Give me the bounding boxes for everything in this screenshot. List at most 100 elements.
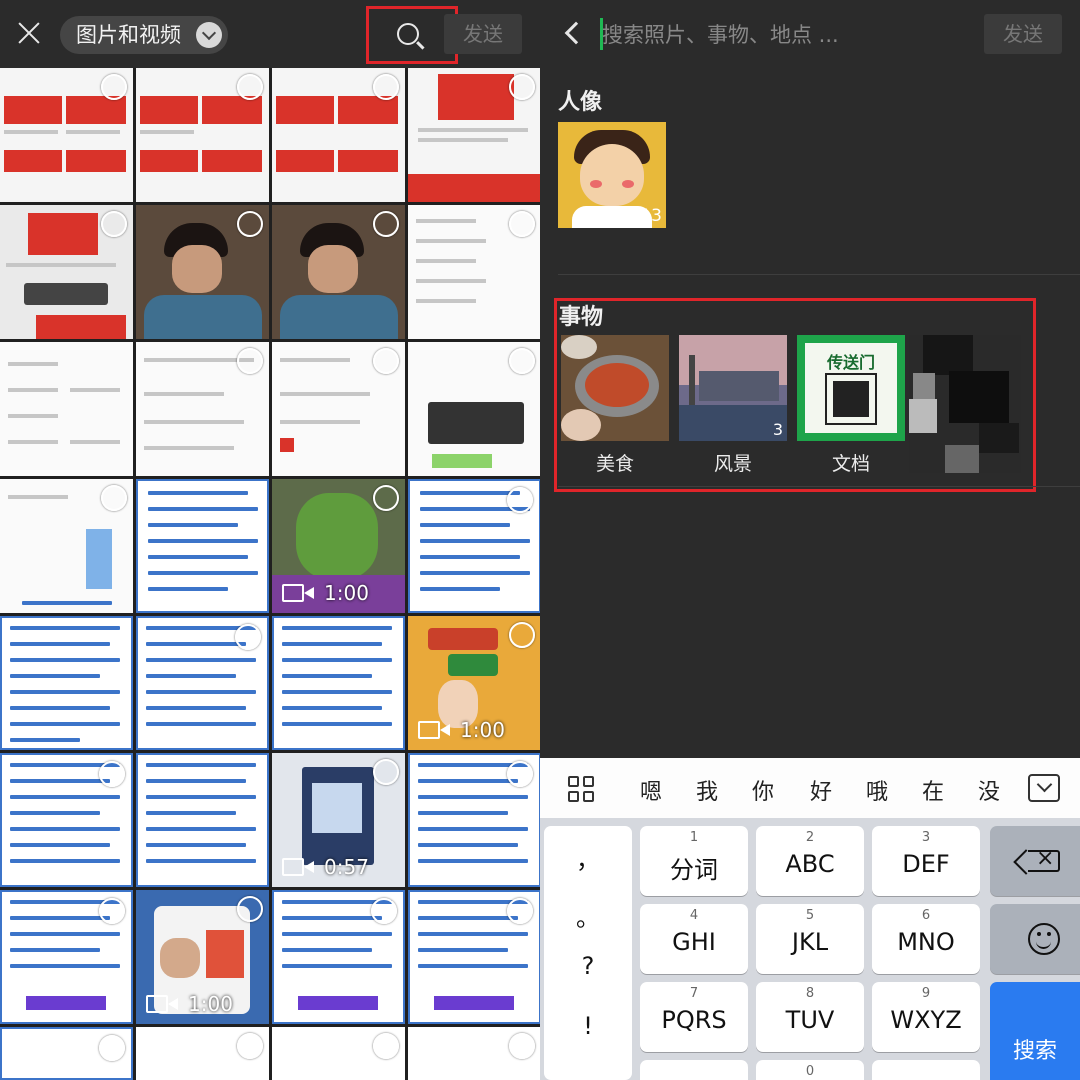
select-circle[interactable] — [509, 348, 535, 374]
candidate-word[interactable]: 嗯 — [640, 774, 662, 806]
media-thumbnail[interactable] — [408, 479, 540, 613]
select-circle[interactable] — [507, 761, 533, 787]
select-circle[interactable] — [509, 74, 535, 100]
key-1[interactable]: 1 分词 — [640, 826, 748, 896]
select-circle[interactable] — [237, 1033, 263, 1059]
media-thumbnail[interactable]: 1:00 — [272, 479, 405, 613]
select-circle[interactable] — [101, 211, 127, 237]
media-thumbnail[interactable] — [408, 68, 540, 202]
media-thumbnail[interactable] — [408, 890, 540, 1024]
key-3[interactable]: 3 DEF — [872, 826, 980, 896]
select-circle[interactable] — [373, 74, 399, 100]
select-circle[interactable] — [509, 211, 535, 237]
back-arrow-icon[interactable] — [564, 21, 588, 45]
thing-food-thumbnail[interactable] — [561, 335, 669, 441]
thing-blurred-thumbnail[interactable] — [909, 335, 1021, 473]
media-thumbnail[interactable] — [272, 616, 405, 750]
media-thumbnail[interactable] — [136, 616, 269, 750]
media-thumbnail[interactable] — [0, 753, 133, 887]
video-duration: 1:00 — [324, 581, 369, 605]
media-thumbnail[interactable] — [0, 890, 133, 1024]
key-language[interactable] — [872, 1060, 980, 1080]
select-circle[interactable] — [373, 485, 399, 511]
select-circle[interactable] — [509, 622, 535, 648]
search-key[interactable]: 搜索 — [990, 982, 1080, 1080]
send-button[interactable]: 发送 — [984, 14, 1062, 54]
select-circle[interactable] — [235, 624, 261, 650]
media-thumbnail[interactable] — [136, 1027, 269, 1080]
punctuation-key[interactable]: ， — [544, 840, 632, 875]
media-thumbnail[interactable] — [272, 890, 405, 1024]
select-circle[interactable] — [509, 1033, 535, 1059]
select-circle[interactable] — [371, 898, 397, 924]
candidate-word[interactable]: 你 — [752, 774, 774, 806]
select-circle[interactable] — [507, 898, 533, 924]
key-2[interactable]: 2 ABC — [756, 826, 864, 896]
candidate-word[interactable]: 在 — [922, 774, 944, 806]
media-thumbnail[interactable] — [0, 479, 133, 613]
media-thumbnail[interactable] — [136, 205, 269, 339]
media-thumbnail[interactable] — [0, 616, 133, 750]
collapse-keyboard-icon[interactable] — [1028, 774, 1060, 802]
media-thumbnail[interactable] — [0, 205, 133, 339]
thing-scenery-thumbnail[interactable]: 3 — [679, 335, 787, 441]
select-circle[interactable] — [373, 1033, 399, 1059]
media-thumbnail[interactable] — [408, 205, 540, 339]
emoji-key[interactable] — [990, 904, 1080, 974]
key-8[interactable]: 8 TUV — [756, 982, 864, 1052]
key-0[interactable]: 0 — [756, 1060, 864, 1080]
key-7[interactable]: 7 PQRS — [640, 982, 748, 1052]
select-circle[interactable] — [237, 348, 263, 374]
media-thumbnail[interactable] — [136, 479, 269, 613]
select-circle[interactable] — [237, 211, 263, 237]
media-thumbnail[interactable] — [272, 342, 405, 476]
select-circle[interactable] — [507, 487, 533, 513]
album-selector[interactable]: 图片和视频 — [60, 16, 228, 54]
media-thumbnail[interactable] — [272, 1027, 405, 1080]
select-circle[interactable] — [99, 1035, 125, 1061]
keyboard-menu-icon[interactable] — [568, 776, 596, 804]
media-thumbnail[interactable]: 1:00 — [408, 616, 540, 750]
photo-search-input[interactable] — [602, 14, 982, 56]
select-circle[interactable] — [101, 485, 127, 511]
media-thumbnail[interactable] — [408, 753, 540, 887]
candidate-word[interactable]: 好 — [810, 774, 832, 806]
media-thumbnail[interactable] — [136, 753, 269, 887]
key-symbol[interactable] — [640, 1060, 748, 1080]
key-5[interactable]: 5 JKL — [756, 904, 864, 974]
media-thumbnail[interactable]: 1:00 — [136, 890, 269, 1024]
select-circle[interactable] — [237, 74, 263, 100]
select-circle[interactable] — [99, 761, 125, 787]
media-thumbnail[interactable] — [136, 342, 269, 476]
media-thumbnail[interactable] — [272, 205, 405, 339]
candidate-word[interactable]: 没 — [978, 774, 1000, 806]
media-thumbnail[interactable]: 0:57 — [272, 753, 405, 887]
punctuation-key[interactable]: ? — [544, 952, 632, 980]
media-thumbnail[interactable] — [272, 68, 405, 202]
select-circle[interactable] — [373, 348, 399, 374]
backspace-key[interactable] — [990, 826, 1080, 896]
media-thumbnail[interactable] — [408, 342, 540, 476]
select-circle[interactable] — [101, 74, 127, 100]
select-circle[interactable] — [237, 896, 263, 922]
candidate-word[interactable]: 哦 — [866, 774, 888, 806]
punctuation-key[interactable]: ! — [544, 1012, 632, 1040]
people-thumbnail[interactable]: 13 — [558, 122, 666, 228]
media-thumbnail[interactable] — [0, 1027, 133, 1080]
punctuation-key[interactable]: 。 — [544, 898, 632, 933]
select-circle[interactable] — [373, 759, 399, 785]
candidate-word[interactable]: 我 — [696, 774, 718, 806]
select-circle[interactable] — [99, 898, 125, 924]
key-4[interactable]: 4 GHI — [640, 904, 748, 974]
thing-document-thumbnail[interactable]: 传送门 — [797, 335, 905, 441]
media-thumbnail[interactable] — [0, 342, 133, 476]
media-thumbnail[interactable] — [408, 1027, 540, 1080]
select-circle[interactable] — [373, 211, 399, 237]
key-6[interactable]: 6 MNO — [872, 904, 980, 974]
media-thumbnail[interactable] — [0, 68, 133, 202]
media-thumbnail[interactable] — [136, 68, 269, 202]
close-icon[interactable] — [14, 18, 44, 48]
send-button[interactable]: 发送 — [444, 14, 522, 54]
key-9[interactable]: 9 WXYZ — [872, 982, 980, 1052]
section-divider — [558, 486, 1080, 487]
